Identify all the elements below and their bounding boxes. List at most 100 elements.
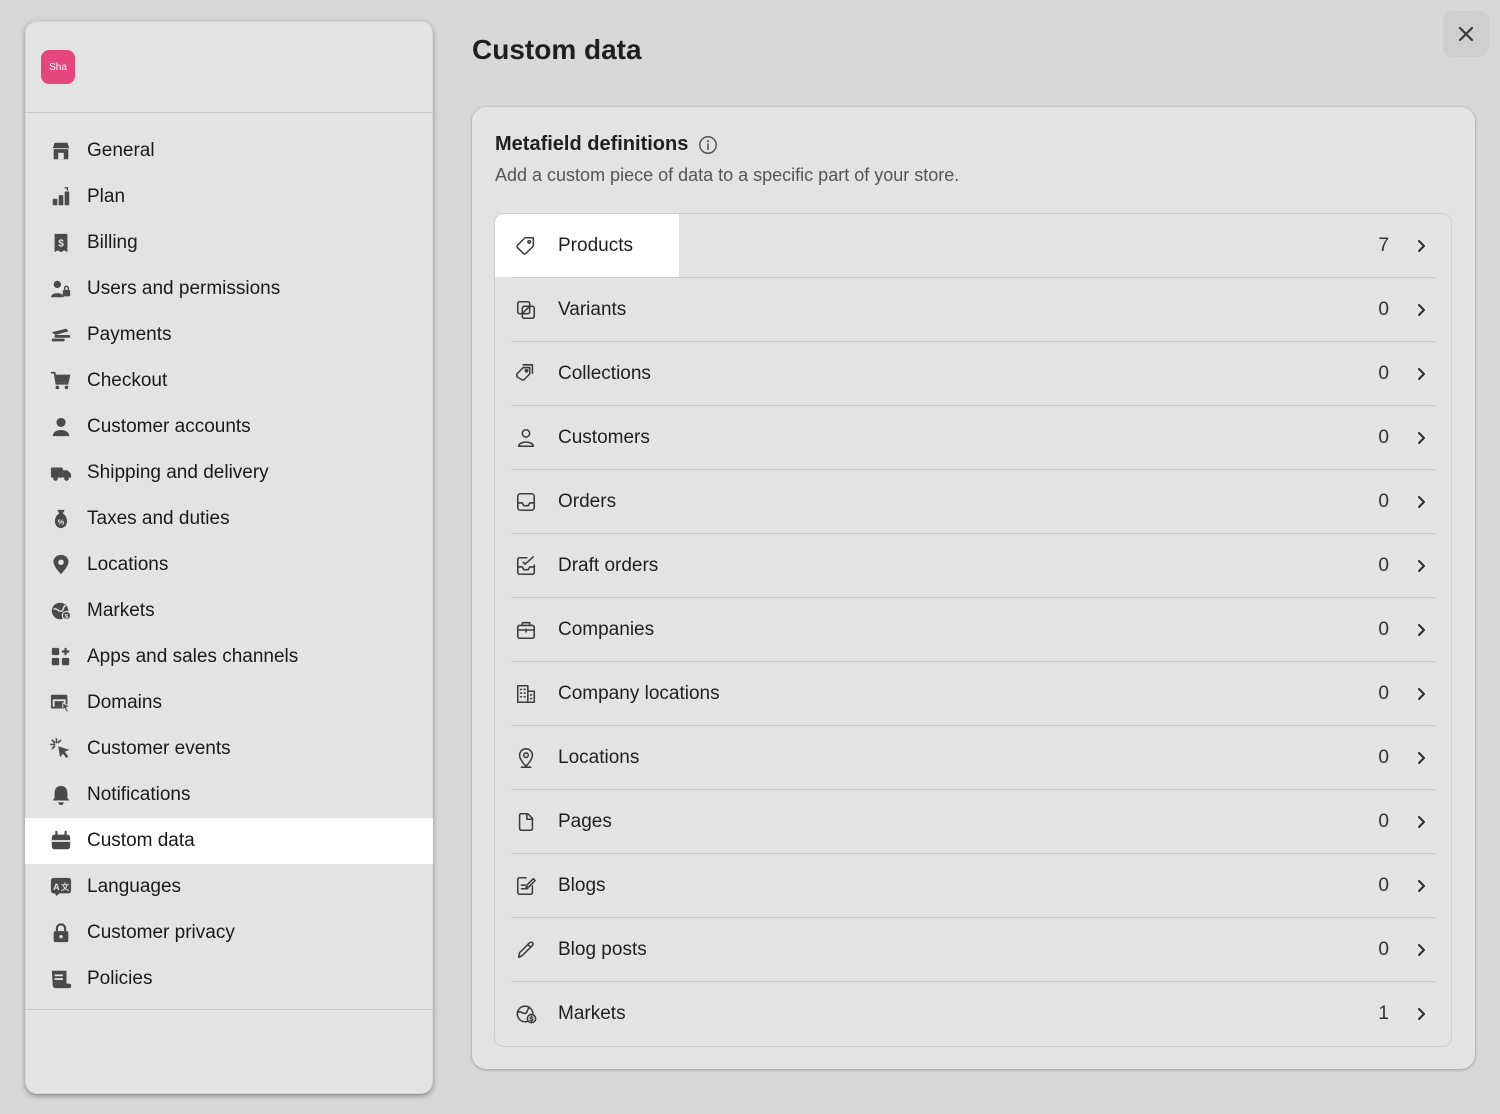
metafield-definitions-card: Metafield definitions Add a custom piece… [472, 107, 1475, 1069]
sidebar-item-shipping-and-delivery[interactable]: Shipping and delivery [25, 450, 433, 496]
chevron-right-icon [1413, 878, 1429, 894]
sidebar-item-customer-accounts[interactable]: Customer accounts [25, 404, 433, 450]
metafield-row-blogs[interactable]: Blogs 0 [495, 854, 1451, 918]
building-icon [515, 683, 537, 705]
blog-icon [515, 875, 537, 897]
metafield-row-label: Pages [558, 811, 612, 832]
draft-order-icon [515, 555, 537, 577]
sidebar-item-billing[interactable]: $ Billing [25, 220, 433, 266]
lock-icon [49, 921, 73, 945]
chevron-right-icon [1413, 494, 1429, 510]
chevron-right-icon [1413, 622, 1429, 638]
sidebar-item-markets[interactable]: $ Markets [25, 588, 433, 634]
tax-icon: % [49, 507, 73, 531]
metafield-count: 0 [1378, 683, 1389, 704]
page-icon [515, 811, 537, 833]
metafield-count: 0 [1378, 939, 1389, 960]
sidebar-item-policies[interactable]: Policies [25, 956, 433, 1002]
sidebar-item-languages[interactable]: A 文 Languages [25, 864, 433, 910]
sidebar-item-apps-and-sales-channels[interactable]: Apps and sales channels [25, 634, 433, 680]
svg-text:$: $ [65, 613, 69, 620]
policies-icon [49, 967, 73, 991]
metafield-row-label: Variants [558, 299, 627, 320]
languages-icon: A文 [49, 875, 73, 899]
sidebar-item-checkout[interactable]: Checkout [25, 358, 433, 404]
metafield-row-customers[interactable]: Customers 0 [495, 406, 1451, 470]
card-subtitle: Add a custom piece of data to a specific… [495, 165, 960, 185]
variants-icon [515, 299, 537, 321]
chevron-right-icon [1413, 814, 1429, 830]
metafield-row-label: Blogs [558, 875, 606, 896]
tag-icon [515, 235, 537, 257]
metafield-row-products[interactable]: Products 7 [495, 214, 1451, 278]
settings-nav: General Plan $ Billing Users and permissions… [25, 128, 433, 1002]
sidebar-item-domains[interactable]: Domains [25, 680, 433, 726]
metafield-row-label: Company locations [558, 683, 720, 704]
metafield-row-blog-posts[interactable]: Blog posts 0 [495, 918, 1451, 982]
info-icon[interactable] [698, 135, 718, 155]
metafield-count: 7 [1378, 235, 1389, 256]
truck-icon [49, 461, 73, 485]
metafield-row-variants[interactable]: Variants 0 [495, 278, 1451, 342]
metafield-row-label: Customers [558, 427, 650, 448]
metafield-row-markets[interactable]: Markets 1 [495, 982, 1451, 1046]
svg-text:%: % [58, 518, 65, 527]
metafield-count: 0 [1378, 363, 1389, 384]
metafield-row-label: Collections [558, 363, 651, 384]
metafield-row-label: Products [558, 235, 633, 256]
sidebar-item-label: Markets [87, 600, 155, 621]
cursor-click-icon [49, 737, 73, 761]
svg-text:A: A [53, 882, 60, 892]
sidebar-item-label: Payments [87, 324, 172, 345]
sidebar-item-label: Customer accounts [87, 416, 251, 437]
sidebar-item-custom-data[interactable]: Custom data [25, 818, 433, 864]
chevron-right-icon [1413, 686, 1429, 702]
cart-icon [49, 369, 73, 393]
sidebar-item-customer-privacy[interactable]: Customer privacy [25, 910, 433, 956]
sidebar-item-customer-events[interactable]: Customer events [25, 726, 433, 772]
metafield-count: 0 [1378, 875, 1389, 896]
sidebar-item-users-and-permissions[interactable]: Users and permissions [25, 266, 433, 312]
metafield-list: Products 7 Variants 0 Collections 0 Customers 0… [494, 213, 1452, 1047]
metafield-row-orders[interactable]: Orders 0 [495, 470, 1451, 534]
sidebar-item-label: Custom data [87, 830, 195, 851]
chevron-right-icon [1413, 430, 1429, 446]
metafield-count: 0 [1378, 619, 1389, 640]
metafield-row-collections[interactable]: Collections 0 [495, 342, 1451, 406]
close-button[interactable] [1443, 11, 1489, 57]
inbox-icon [515, 491, 537, 513]
metafield-row-locations[interactable]: Locations 0 [495, 726, 1451, 790]
sidebar-item-payments[interactable]: Payments [25, 312, 433, 358]
chevron-right-icon [1413, 942, 1429, 958]
sidebar-item-label: Domains [87, 692, 162, 713]
sidebar-item-label: Locations [87, 554, 169, 575]
chevron-right-icon [1413, 302, 1429, 318]
globe-outline-icon [515, 1003, 537, 1025]
sidebar-item-plan[interactable]: Plan [25, 174, 433, 220]
payments-icon [49, 323, 73, 347]
users-icon [49, 277, 73, 301]
metafield-row-label: Locations [558, 747, 640, 768]
sidebar-item-locations[interactable]: Locations [25, 542, 433, 588]
metafield-count: 0 [1378, 811, 1389, 832]
svg-text:$: $ [58, 239, 64, 250]
sidebar-item-notifications[interactable]: Notifications [25, 772, 433, 818]
metafield-count: 0 [1378, 491, 1389, 512]
store-avatar[interactable]: Sha [41, 50, 75, 84]
metafield-row-pages[interactable]: Pages 0 [495, 790, 1451, 854]
svg-text:文: 文 [61, 882, 70, 892]
sidebar-item-general[interactable]: General [25, 128, 433, 174]
chevron-right-icon [1413, 1006, 1429, 1022]
chevron-right-icon [1413, 558, 1429, 574]
billing-icon: $ [49, 231, 73, 255]
metafield-row-company-locations[interactable]: Company locations 0 [495, 662, 1451, 726]
metafield-row-draft-orders[interactable]: Draft orders 0 [495, 534, 1451, 598]
sidebar-item-label: Customer events [87, 738, 231, 759]
pencil-icon [515, 939, 537, 961]
metafield-count: 0 [1378, 299, 1389, 320]
location-pin-icon [49, 553, 73, 577]
page-title: Custom data [472, 34, 642, 65]
metafield-row-label: Companies [558, 619, 655, 640]
sidebar-item-taxes-and-duties[interactable]: % Taxes and duties [25, 496, 433, 542]
metafield-row-companies[interactable]: Companies 0 [495, 598, 1451, 662]
